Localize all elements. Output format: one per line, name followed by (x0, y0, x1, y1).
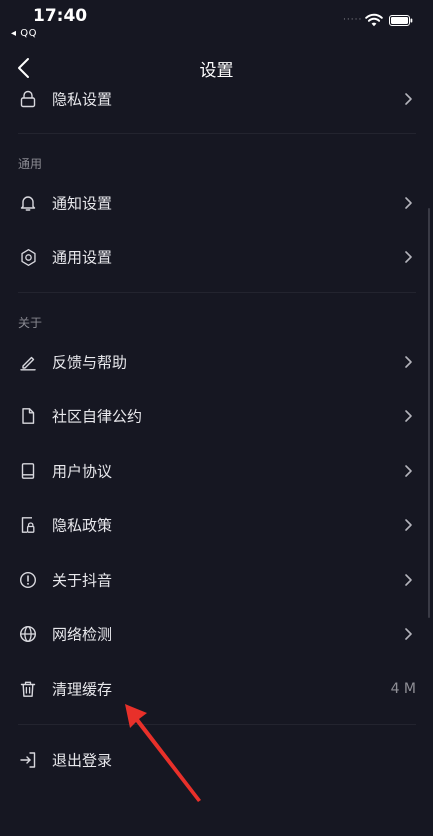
settings-item-privacy-policy[interactable]: 隐私政策 (0, 498, 433, 552)
status-bar: 17:40 ◂ QQ ····· (0, 0, 433, 44)
settings-item-clear-cache[interactable]: 清理缓存 4 M (0, 662, 433, 716)
trash-icon (18, 679, 38, 699)
chevron-right-icon (405, 251, 412, 263)
chevron-right-icon (405, 197, 412, 209)
chevron-right-icon (405, 356, 412, 368)
document-icon (18, 406, 38, 426)
signal-strength-icon: ····· (343, 15, 363, 25)
chevron-right-icon (405, 628, 412, 640)
book-icon (18, 461, 38, 481)
chevron-right-icon (405, 93, 412, 105)
back-to-app-link[interactable]: ◂ QQ (11, 28, 37, 39)
settings-item-label: 网络检测 (52, 625, 113, 644)
settings-item-label: 用户协议 (52, 462, 113, 481)
document-lock-icon (18, 515, 38, 535)
pencil-icon (18, 352, 38, 372)
settings-item-about[interactable]: 关于抖音 (0, 553, 433, 607)
settings-item-label: 社区自律公约 (52, 407, 143, 426)
wifi-icon (365, 13, 383, 27)
info-icon (18, 570, 38, 590)
settings-item-label: 退出登录 (52, 751, 113, 770)
settings-item-label: 隐私政策 (52, 516, 113, 535)
settings-item-label: 通用设置 (52, 248, 113, 267)
logout-button[interactable]: 退出登录 (0, 733, 433, 787)
chevron-right-icon (405, 519, 412, 531)
settings-item-label: 关于抖音 (52, 571, 113, 590)
status-time: 17:40 (33, 6, 88, 26)
settings-item-label: 通知设置 (52, 194, 113, 213)
divider (18, 133, 416, 134)
logout-icon (18, 750, 38, 770)
settings-item-label: 反馈与帮助 (52, 353, 128, 372)
lock-icon (18, 89, 38, 109)
globe-icon (18, 624, 38, 644)
settings-item-privacy[interactable]: 隐私设置 (0, 72, 433, 126)
scrollbar[interactable] (428, 208, 430, 618)
annotation-arrow-icon (125, 704, 201, 802)
settings-item-label: 隐私设置 (52, 90, 113, 109)
divider (18, 724, 416, 725)
settings-item-community-rules[interactable]: 社区自律公约 (0, 389, 433, 443)
settings-item-general[interactable]: 通用设置 (0, 230, 433, 284)
settings-item-notifications[interactable]: 通知设置 (0, 176, 433, 230)
cache-size-value: 4 M (390, 681, 416, 697)
chevron-right-icon (405, 574, 412, 586)
chevron-right-icon (405, 465, 412, 477)
chevron-right-icon (405, 410, 412, 422)
bell-icon (18, 193, 38, 213)
section-title-general: 通用 (18, 157, 43, 171)
settings-item-feedback[interactable]: 反馈与帮助 (0, 335, 433, 389)
settings-item-network-check[interactable]: 网络检测 (0, 607, 433, 661)
section-title-about: 关于 (18, 316, 43, 330)
divider (18, 292, 416, 293)
battery-icon (389, 15, 413, 26)
settings-item-label: 清理缓存 (52, 680, 113, 699)
settings-item-user-agreement[interactable]: 用户协议 (0, 444, 433, 498)
gear-icon (18, 247, 38, 267)
